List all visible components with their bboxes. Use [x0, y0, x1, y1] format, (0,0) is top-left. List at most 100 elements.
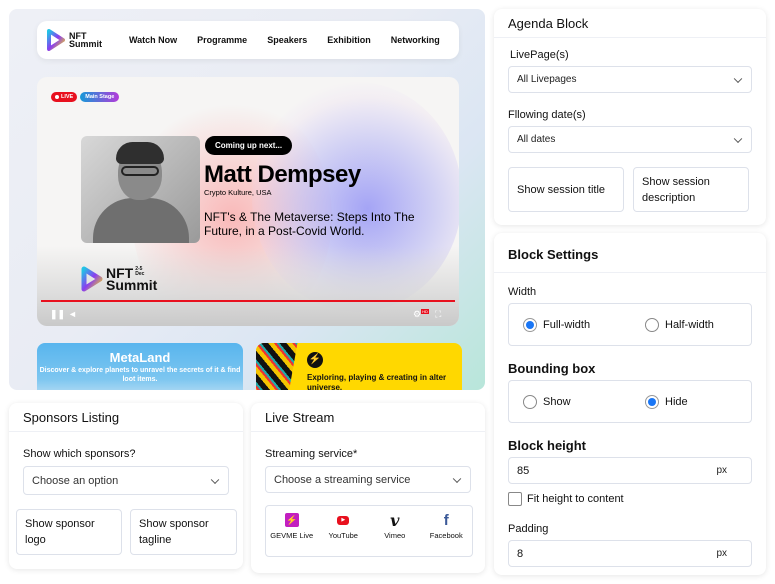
nav-speakers[interactable]: Speakers	[267, 35, 307, 45]
unit-label: px	[716, 465, 727, 476]
metaland-card[interactable]: MetaLand Discover & explore planets to u…	[37, 343, 243, 390]
nav-networking[interactable]: Networking	[391, 35, 440, 45]
bounding-hide-radio[interactable]: Hide	[645, 394, 688, 409]
nav-exhibition[interactable]: Exhibition	[327, 35, 371, 45]
radio-unselected-icon	[523, 394, 537, 409]
chevron-down-icon	[733, 134, 743, 143]
photo-glasses	[121, 166, 159, 176]
sponsors-select[interactable]: Choose an option	[23, 466, 229, 495]
coming-up-pill: Coming up next...	[205, 136, 293, 155]
block-settings-panel: Block Settings Width Full-width Half-wid…	[494, 233, 766, 575]
show-sponsor-logo-toggle[interactable]: Show sponsor logo	[16, 509, 122, 555]
photo-body	[93, 198, 189, 243]
radio-label: Hide	[665, 395, 688, 408]
service-label: Facebook	[429, 531, 463, 540]
dates-value: All dates	[517, 134, 556, 145]
bounding-box-radio-group: Show Hide	[508, 380, 752, 423]
video-player[interactable]: LIVE Main Stage Coming up next... Matt D…	[37, 77, 459, 326]
logo-mark-icon	[47, 29, 65, 51]
sponsors-question-label: Show which sponsors?	[23, 448, 136, 460]
page-preview: NFT Summit Watch Now Programme Speakers E…	[9, 9, 485, 390]
settings-hd-icon[interactable]: ⚙HD	[413, 309, 429, 320]
card-title: MetaLand	[109, 350, 171, 365]
panel-title: Agenda Block	[494, 9, 766, 38]
service-youtube[interactable]: ▶ YouTube	[319, 513, 367, 556]
card-decoration	[256, 343, 299, 390]
event-logo-mark-icon	[81, 266, 103, 292]
sponsors-listing-panel: Sponsors Listing Show which sponsors? Ch…	[9, 403, 243, 569]
panel-title: Live Stream	[251, 403, 485, 432]
width-full-radio[interactable]: Full-width	[523, 317, 591, 332]
panel-title: Sponsors Listing	[9, 403, 243, 432]
video-progress-bar[interactable]	[41, 300, 455, 302]
streaming-service-label: Streaming service*	[265, 448, 358, 460]
stage-badge: Main Stage	[80, 92, 120, 102]
live-badge: LIVE	[51, 92, 78, 102]
radio-selected-icon	[523, 317, 537, 332]
bounding-box-label: Bounding box	[508, 361, 596, 376]
block-height-input[interactable]: 85 px	[508, 457, 752, 484]
block-height-value: 85	[517, 464, 530, 477]
radio-selected-icon	[645, 394, 659, 409]
fit-height-checkbox[interactable]: Fit height to content	[508, 492, 624, 506]
service-gevme-live[interactable]: ⚡ GEVME Live	[268, 513, 316, 556]
speaker-photo	[81, 136, 200, 243]
facebook-icon: f	[443, 511, 449, 529]
streaming-services-list: ⚡ GEVME Live ▶ YouTube v Vimeo f Faceboo…	[265, 505, 473, 557]
livepages-select[interactable]: All Livepages	[508, 66, 752, 93]
alter-universe-card[interactable]: ⚡ Exploring, playing & creating in alter…	[256, 343, 462, 390]
agenda-block-panel: Agenda Block LivePage(s) All Livepages F…	[494, 9, 766, 225]
youtube-icon: ▶	[337, 513, 350, 527]
bolt-icon: ⚡	[307, 352, 323, 368]
live-badge-label: LIVE	[61, 94, 74, 100]
panel-title: Block Settings	[494, 233, 766, 273]
radio-label: Show	[543, 395, 571, 408]
fullscreen-icon[interactable]: ⛶	[435, 309, 441, 320]
sponsors-select-value: Choose an option	[32, 474, 119, 487]
photo-hair	[116, 142, 164, 164]
nav-watch-now[interactable]: Watch Now	[129, 35, 177, 45]
volume-icon[interactable]: ◄	[68, 309, 77, 319]
live-stream-panel: Live Stream Streaming service* Choose a …	[251, 403, 485, 573]
radio-label: Half-width	[665, 318, 714, 331]
show-session-title-toggle[interactable]: Show session title	[508, 167, 624, 212]
show-session-description-toggle[interactable]: Show session description	[633, 167, 749, 212]
padding-label: Padding	[508, 523, 549, 535]
livepages-label: LivePage(s)	[510, 49, 569, 61]
chevron-down-icon	[210, 475, 220, 484]
nav-programme[interactable]: Programme	[197, 35, 247, 45]
checkbox-icon	[508, 492, 522, 506]
streaming-service-select[interactable]: Choose a streaming service	[265, 466, 471, 493]
unit-label: px	[716, 548, 727, 559]
block-height-label: Block height	[508, 438, 587, 453]
width-radio-group: Full-width Half-width	[508, 303, 752, 346]
checkbox-label: Fit height to content	[527, 493, 624, 505]
livepages-value: All Livepages	[517, 74, 577, 85]
dates-label: Fllowing date(s)	[508, 109, 586, 121]
radio-label: Full-width	[543, 318, 591, 331]
show-sponsor-tagline-toggle[interactable]: Show sponsor tagline	[130, 509, 237, 555]
padding-value: 8	[517, 547, 524, 560]
vimeo-icon: v	[390, 510, 400, 530]
width-half-radio[interactable]: Half-width	[645, 317, 714, 332]
width-label: Width	[508, 286, 537, 298]
live-dot-icon	[55, 95, 59, 99]
padding-input[interactable]: 8 px	[508, 540, 752, 567]
service-label: YouTube	[328, 531, 358, 540]
streaming-service-value: Choose a streaming service	[274, 473, 411, 486]
logo-line2: Summit	[69, 39, 103, 49]
nft-summit-logo[interactable]: NFT Summit	[47, 29, 129, 51]
card-description: Exploring, playing & creating in alter u…	[307, 373, 447, 390]
service-label: Vimeo	[384, 531, 406, 540]
service-vimeo[interactable]: v Vimeo	[371, 510, 419, 556]
dates-select[interactable]: All dates	[508, 126, 752, 153]
bounding-show-radio[interactable]: Show	[523, 394, 571, 409]
speaker-organization: Crypto Kulture, USA	[204, 188, 272, 197]
chevron-down-icon	[733, 74, 743, 83]
service-facebook[interactable]: f Facebook	[422, 511, 470, 556]
event-logo: NFT 2-5 Dec Summit	[81, 266, 157, 292]
speaker-name: Matt Dempsey	[204, 161, 361, 188]
gevme-bolt-icon: ⚡	[284, 513, 299, 527]
pause-icon[interactable]: ❚❚	[50, 309, 65, 320]
event-logo-line2: Summit	[106, 277, 158, 293]
